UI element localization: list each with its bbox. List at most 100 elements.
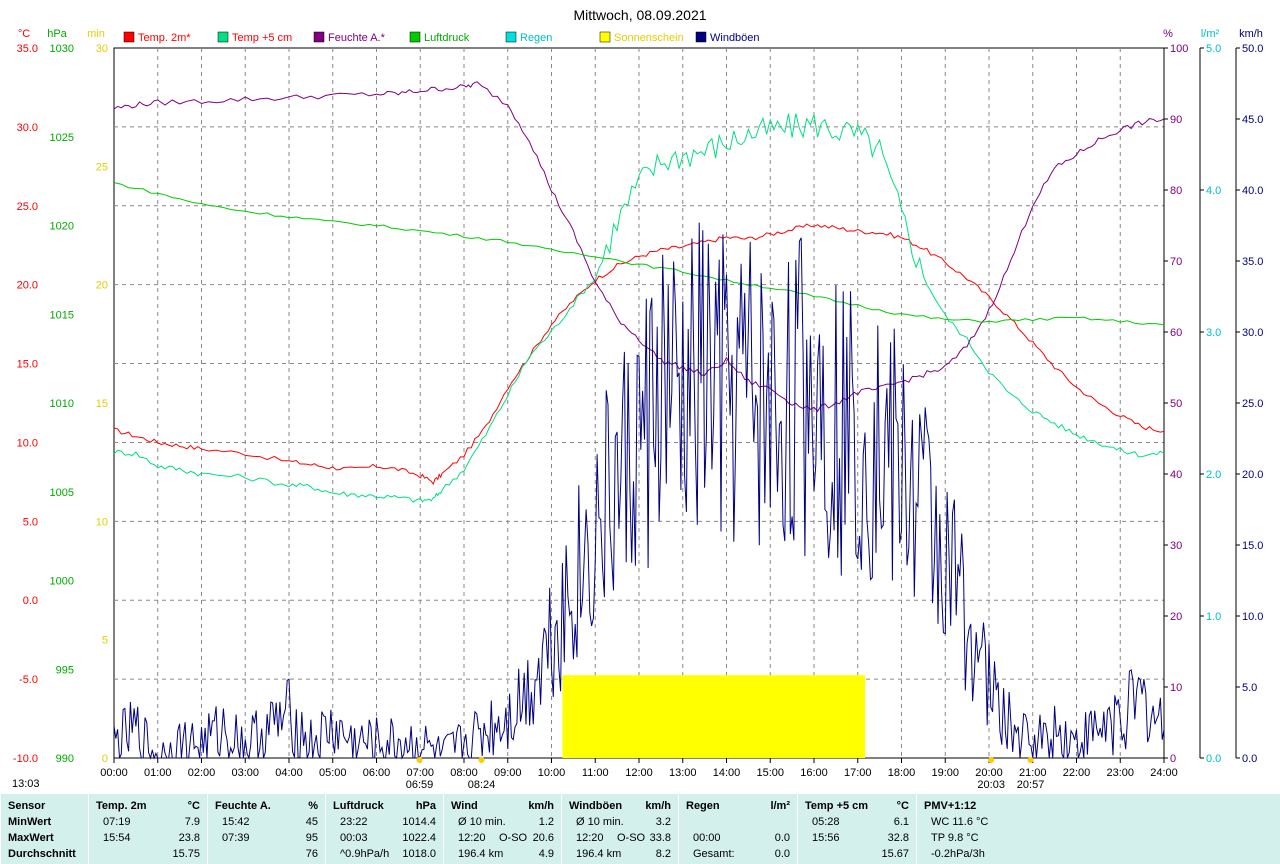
temp-axis-tick: 35.0 <box>17 43 38 55</box>
stats-cell-label: 07:39 <box>222 832 250 844</box>
stats-header-title: Feuchte A. <box>215 800 271 812</box>
stats-row: 00:03 1022.4 <box>326 830 444 846</box>
stats-column: Sensor MinWert MaxWert Durchschnitt <box>0 794 89 864</box>
x-tick-label: 05:00 <box>319 767 347 779</box>
legend-swatch <box>409 31 421 43</box>
legend-label: Regen <box>520 32 552 44</box>
stats-row: MaxWert <box>1 830 89 846</box>
stats-cell-direction: O-SO <box>499 832 528 844</box>
chart-canvas: Mittwoch, 08.09.2021 °C hPa min % l/m² k… <box>12 7 1263 791</box>
stats-header: Regen l/m² <box>679 798 798 814</box>
humidity-axis-tick: 10 <box>1170 682 1182 694</box>
stats-cell-value: 0.0 <box>774 848 790 860</box>
stats-cell-value: 45 <box>305 816 318 828</box>
stats-column: PMV+1:12 WC 11.6 °C TP 9.8 °C -0.2hPa/3h <box>916 794 1057 864</box>
stats-header: Sensor <box>1 798 89 814</box>
stats-header-title: Regen <box>686 800 720 812</box>
temp-axis-tick: 30.0 <box>17 122 38 134</box>
pressure-axis-tick: 1020 <box>50 221 74 233</box>
time-marker-label: 08:24 <box>468 779 496 791</box>
stats-row: TP 9.8 °C <box>917 830 1057 846</box>
stats-cell-label: 196.4 km <box>458 848 504 860</box>
temp-axis-tick: 15.0 <box>17 359 38 371</box>
x-tick-label: 22:00 <box>1063 767 1091 779</box>
stats-header-unit: km/h <box>645 800 671 812</box>
stats-cell-label: Ø 10 min. <box>576 816 624 828</box>
x-tick-label: 02:00 <box>188 767 216 779</box>
legend-swatch <box>313 31 325 43</box>
stats-row: 05:28 6.1 <box>798 814 917 830</box>
stats-cell-label: 00:00 <box>693 832 721 844</box>
stats-cell-value: 3.2 <box>655 816 671 828</box>
stats-header-title: PMV+1:12 <box>924 800 977 812</box>
x-tick-label: 13:00 <box>669 767 697 779</box>
humidity-axis-tick: 30 <box>1170 540 1182 552</box>
stats-header-unit: hPa <box>415 800 436 812</box>
stats-cell-value: 1.2 <box>538 816 554 828</box>
stats-cell-label: 00:03 <box>340 832 368 844</box>
x-tick-label: 11:00 <box>582 767 609 779</box>
wind-axis-tick: 40.0 <box>1242 185 1263 197</box>
sunshine-axis-tick: 20 <box>96 280 108 292</box>
x-tick-label: 18:00 <box>888 767 916 779</box>
humidity-unit-label: % <box>1163 28 1173 40</box>
rain-unit-label: l/m² <box>1201 28 1220 40</box>
stats-cell-value: 95 <box>305 832 318 844</box>
sunshine-axis-tick: 15 <box>96 398 108 410</box>
stats-header: Temp. 2m °C <box>89 798 208 814</box>
stats-cell-label: ^0.9hPa/h <box>340 848 390 860</box>
legend-swatch <box>123 31 135 43</box>
stats-header: Wind km/h <box>444 798 562 814</box>
stats-cell-label: TP 9.8 °C <box>931 832 979 844</box>
stats-row: 12:20 O-SO 20.6 <box>444 830 562 846</box>
stats-row: Ø 10 min. 3.2 <box>562 814 679 830</box>
stats-column: Temp. 2m °C 07:19 7.9 15:54 23.8 15.75 <box>88 794 208 864</box>
humidity-axis-tick: 40 <box>1170 469 1182 481</box>
stats-cell-value: 1022.4 <box>402 832 436 844</box>
stats-cell-value: 15.75 <box>172 848 200 860</box>
stats-row: -0.2hPa/3h <box>917 846 1057 862</box>
wind-unit-label: km/h <box>1239 28 1263 40</box>
temp-axis-tick: -5.0 <box>19 674 38 686</box>
sunshine-unit-label: min <box>87 28 105 40</box>
time-marker-dot <box>1027 757 1034 763</box>
stats-row: 76 <box>208 846 326 862</box>
x-tick-label: 19:00 <box>931 767 959 779</box>
temp-axis-tick: 5.0 <box>23 516 38 528</box>
x-tick-label: 15:00 <box>756 767 784 779</box>
chart-title: Mittwoch, 08.09.2021 <box>573 7 706 23</box>
x-tick-label: 14:00 <box>713 767 741 779</box>
stats-row: 15:54 23.8 <box>89 830 208 846</box>
stats-row: MinWert <box>1 814 89 830</box>
stats-column: Regen l/m² 00:00 0.0 Gesamt: 0.0 <box>678 794 798 864</box>
stats-cell-label: 05:28 <box>812 816 840 828</box>
humidity-axis-tick: 80 <box>1170 185 1182 197</box>
x-tick-label: 21:00 <box>1019 767 1047 779</box>
stats-column: Feuchte A.% 15:42 45 07:39 95 76 <box>207 794 326 864</box>
humidity-axis-tick: 60 <box>1170 327 1182 339</box>
x-tick-label: 00:00 <box>100 767 128 779</box>
pressure-axis-tick: 990 <box>56 753 74 765</box>
stats-column: Wind km/h Ø 10 min. 1.2 12:20 O-SO 20.6 196.4 k… <box>443 794 562 864</box>
stats-row: WC 11.6 °C <box>917 814 1057 830</box>
stats-cell-label: 15:42 <box>222 816 250 828</box>
stats-cell-label: -0.2hPa/3h <box>931 848 985 860</box>
x-tick-label: 09:00 <box>494 767 522 779</box>
temp-axis-tick: -10.0 <box>13 753 38 765</box>
wind-axis-tick: 50.0 <box>1242 43 1263 55</box>
stats-header-title: Sensor <box>8 800 46 812</box>
legend-swatch <box>505 31 517 43</box>
sunshine-bar <box>562 675 866 758</box>
stats-row: Gesamt: 0.0 <box>679 846 798 862</box>
stats-cell-value: 23.8 <box>178 832 200 844</box>
sunshine-axis-tick: 10 <box>96 516 108 528</box>
temp-axis-tick: 0.0 <box>23 595 38 607</box>
stats-cell-label: MinWert <box>8 816 52 828</box>
x-tick-label: 10:00 <box>538 767 566 779</box>
pressure-axis-tick: 1025 <box>50 132 74 144</box>
stats-cell-label: Ø 10 min. <box>458 816 506 828</box>
stats-row: 12:20 O-SO 33.8 <box>562 830 679 846</box>
statistics-panel: Sensor MinWert MaxWert Durchschnitt Temp. 2m… <box>0 794 1280 864</box>
stats-cell-value: 4.9 <box>538 848 554 860</box>
wind-axis-tick: 10.0 <box>1242 611 1263 623</box>
